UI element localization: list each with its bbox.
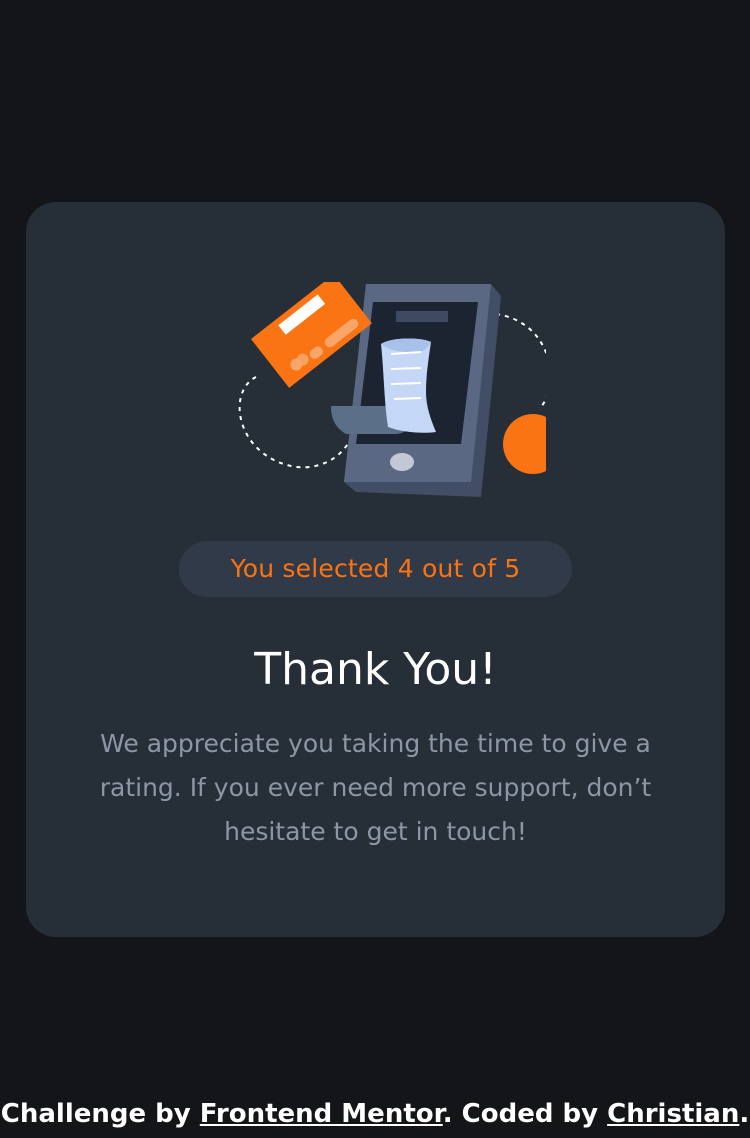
thank-you-message: We appreciate you taking the time to giv… bbox=[99, 729, 652, 846]
selection-badge: You selected 4 out of 5 bbox=[179, 541, 572, 597]
frontend-mentor-link[interactable]: Frontend Mentor bbox=[200, 1099, 443, 1129]
attribution-footer: Challenge by Frontend Mentor. Coded by C… bbox=[0, 1092, 750, 1136]
author-link[interactable]: Christian bbox=[607, 1099, 739, 1129]
footer-middle: . Coded by bbox=[442, 1099, 608, 1129]
phone-payment-illustration-icon bbox=[216, 274, 563, 502]
thank-you-card: You selected 4 out of 5 Thank You! We ap… bbox=[26, 202, 725, 937]
footer-suffix: . bbox=[739, 1099, 750, 1129]
footer-prefix: Challenge by bbox=[0, 1099, 200, 1129]
page-title: Thank You! bbox=[254, 644, 497, 695]
